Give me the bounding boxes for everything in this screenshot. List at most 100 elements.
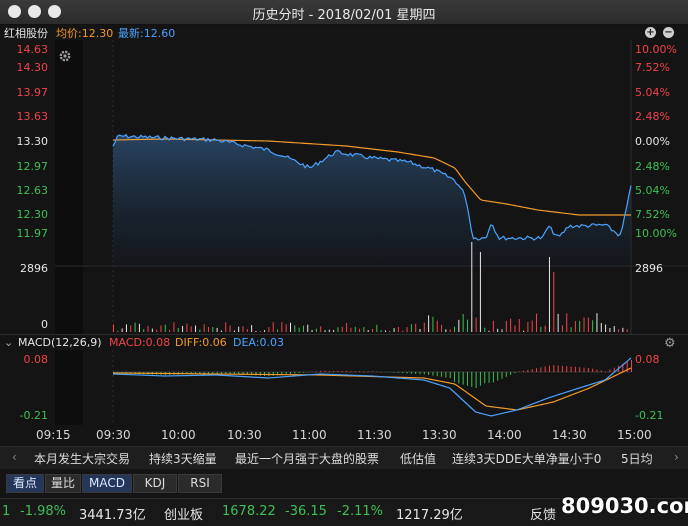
plus-icon[interactable]: + xyxy=(645,27,656,38)
site-watermark: 809030.com xyxy=(561,494,688,518)
macd-header: ⌄ MACD(12,26,9) MACD:0.08 DIFF:0.06 DEA:… xyxy=(0,334,688,350)
volume-bar xyxy=(394,328,395,332)
tab-rsi[interactable]: RSI xyxy=(178,474,222,493)
macd-bar xyxy=(562,366,563,372)
macd-bar xyxy=(286,372,287,374)
volume-bar xyxy=(160,325,161,332)
volume-bar xyxy=(532,321,533,332)
macd-bar xyxy=(489,372,490,383)
volume-bar xyxy=(346,323,347,332)
macd-bar xyxy=(333,371,334,372)
volume-bar xyxy=(450,329,451,332)
collapse-icon[interactable]: ⌄ xyxy=(4,336,13,349)
price-tick: 13.63 xyxy=(0,110,48,123)
ticker-tag[interactable]: 持续3天缩量 xyxy=(149,450,217,467)
volume-bar xyxy=(225,322,226,332)
volume-bar xyxy=(255,331,256,332)
volume-bar xyxy=(251,325,252,332)
minus-icon[interactable]: − xyxy=(663,27,674,38)
volume-bar xyxy=(432,317,433,332)
tab-kdj[interactable]: KDJ xyxy=(133,474,177,493)
macd-bar xyxy=(506,372,507,377)
macd-bar xyxy=(519,372,520,373)
volume-bar xyxy=(165,325,166,332)
volume-bar xyxy=(471,242,472,332)
tab-kandian[interactable]: 看点 xyxy=(6,474,44,493)
macd-bar xyxy=(415,372,416,374)
macd-bar xyxy=(463,372,464,385)
macd-bar xyxy=(450,372,451,378)
intraday-chart[interactable] xyxy=(0,40,688,334)
volume-bar xyxy=(385,330,386,332)
volume-bar xyxy=(316,329,317,332)
volume-bar xyxy=(204,324,205,332)
window-title: 历史分时 - 2018/02/01 星期四 xyxy=(0,4,688,23)
volume-bar xyxy=(467,320,468,332)
volume-bar xyxy=(566,313,567,332)
macd-bar xyxy=(558,366,559,372)
macd-bar xyxy=(212,372,213,373)
volume-bar xyxy=(173,322,174,332)
scroll-right-icon[interactable]: › xyxy=(674,450,679,464)
volume-tick: 2896 xyxy=(635,262,663,275)
volume-bar xyxy=(350,328,351,332)
price-tick: 14.63 xyxy=(0,43,48,56)
macd-bar xyxy=(290,372,291,374)
volume-bar xyxy=(273,322,274,332)
macd-bar xyxy=(484,372,485,383)
price-tick: 12.97 xyxy=(0,160,48,173)
volume-bar xyxy=(303,326,304,332)
status-value: 1 xyxy=(2,504,10,519)
volume-bar xyxy=(156,330,157,332)
macd-bar xyxy=(493,372,494,382)
time-tick: 09:30 xyxy=(96,428,131,442)
macd-bar xyxy=(273,372,274,376)
volume-bar xyxy=(407,327,408,332)
ticker-tag[interactable]: 低估值 xyxy=(400,450,436,467)
volume-bar xyxy=(230,325,231,332)
dea-line xyxy=(113,368,631,410)
macd-bar xyxy=(476,372,477,388)
volume-bar xyxy=(428,315,429,332)
pct-tick: 7.52% xyxy=(635,61,670,74)
macd-bar xyxy=(480,372,481,386)
index-name[interactable]: 创业板 xyxy=(164,504,203,523)
volume-bar xyxy=(381,330,382,332)
volume-bar xyxy=(536,314,537,332)
ticker-tag[interactable]: 最近一个月强于大盘的股票 xyxy=(235,450,379,467)
volume-bar xyxy=(312,330,313,332)
macd-bar xyxy=(571,367,572,372)
macd-bar xyxy=(299,372,300,373)
price-tick: 12.63 xyxy=(0,184,48,197)
scroll-left-icon[interactable]: ‹ xyxy=(12,450,17,464)
volume-bar xyxy=(402,331,403,332)
macd-axis-tick: -0.21 xyxy=(635,409,663,422)
ticker-tag[interactable]: 5日均 xyxy=(621,450,653,467)
volume-bar xyxy=(398,327,399,332)
index-value: 1678.22 xyxy=(222,504,276,519)
time-tick: 10:00 xyxy=(161,428,196,442)
tab-macd[interactable]: MACD xyxy=(82,474,132,493)
macd-bar xyxy=(566,366,567,372)
gear-icon[interactable]: ⚙ xyxy=(664,336,676,351)
macd-bar xyxy=(545,367,546,372)
pct-tick: 2.48% xyxy=(635,160,670,173)
volume-bar xyxy=(234,331,235,332)
volume-bar xyxy=(217,328,218,332)
macd-bar xyxy=(329,371,330,372)
volume-bar xyxy=(320,326,321,332)
macd-chart[interactable] xyxy=(0,350,688,425)
macd-bar xyxy=(368,371,369,372)
volume-bar xyxy=(627,329,628,332)
ticker-tag[interactable]: 连续3天DDE大单净量小于0 xyxy=(452,450,601,467)
time-tick: 14:00 xyxy=(487,428,522,442)
feedback-link[interactable]: 反馈 xyxy=(530,504,556,523)
tab-liangbi[interactable]: 量比 xyxy=(45,474,81,493)
volume-bar xyxy=(575,321,576,332)
index-change-pct: -2.11% xyxy=(337,504,383,519)
volume-bar xyxy=(117,331,118,332)
volume-bar xyxy=(191,326,192,332)
time-tick: 11:00 xyxy=(292,428,327,442)
ticker-tag[interactable]: 本月发生大宗交易 xyxy=(34,450,130,467)
volume-bar xyxy=(545,326,546,332)
